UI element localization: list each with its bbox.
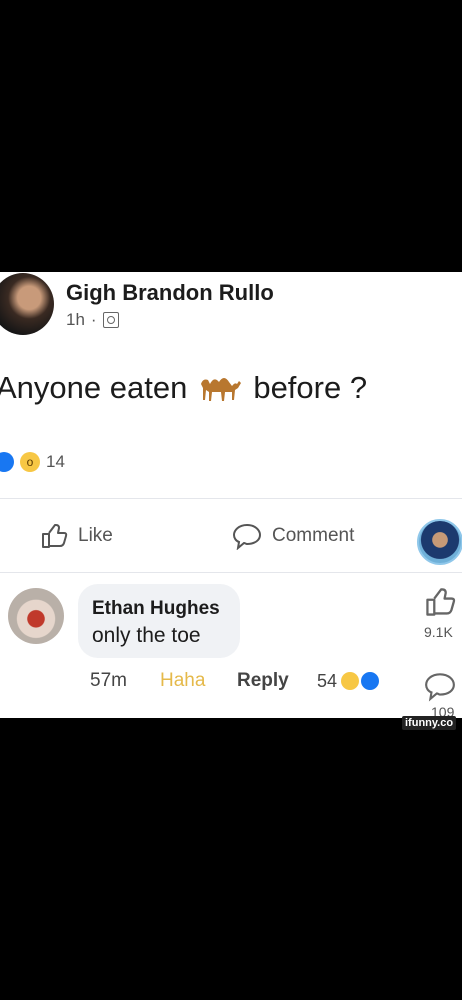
post-reactions[interactable]: o 14 (0, 452, 65, 472)
meta-separator: · (90, 310, 97, 329)
post-card: Gigh Brandon Rullo 1h · Anyone eaten bef… (0, 272, 462, 718)
comment-icon[interactable] (424, 670, 456, 702)
haha-button[interactable]: Haha (160, 670, 205, 692)
comment-time[interactable]: 57m (90, 670, 127, 692)
post-text-after: before ? (253, 370, 368, 405)
like-button[interactable]: Like (40, 522, 113, 550)
reply-button[interactable]: Reply (237, 670, 289, 692)
commenter-name[interactable]: Ethan Hughes (92, 598, 220, 620)
comment-reactions[interactable]: 54 (317, 670, 382, 692)
camel-icon (201, 378, 242, 401)
haha-reaction-icon (341, 672, 360, 690)
like-label: Like (78, 525, 113, 546)
commenter-avatar[interactable] (8, 588, 64, 644)
side-like-count: 9.1K (424, 624, 453, 640)
author-avatar[interactable] (0, 273, 54, 335)
thumbs-up-icon (42, 524, 68, 548)
like-reaction-icon (0, 452, 14, 472)
post-time[interactable]: 1h (66, 310, 85, 330)
divider (0, 572, 462, 573)
comment-reaction-count: 54 (317, 670, 338, 691)
audience-icon (102, 312, 119, 328)
post-text-before: Anyone eaten (0, 370, 188, 405)
comment-button[interactable]: Comment (232, 522, 354, 550)
post-author-name[interactable]: Gigh Brandon Rullo (66, 280, 274, 306)
viewer-avatar[interactable] (417, 519, 462, 565)
divider (0, 498, 462, 499)
post-meta: 1h · (66, 310, 119, 330)
post-text: Anyone eaten before ? (0, 370, 367, 406)
post-reaction-count: 14 (46, 452, 65, 471)
wow-reaction-icon: o (20, 452, 40, 472)
watermark: ifunny.co (402, 716, 457, 730)
comment-icon (232, 523, 262, 550)
thumbs-up-icon[interactable] (424, 586, 456, 618)
like-reaction-icon (359, 670, 382, 692)
comment-text: only the toe (92, 624, 201, 647)
comment-label: Comment (272, 525, 355, 546)
